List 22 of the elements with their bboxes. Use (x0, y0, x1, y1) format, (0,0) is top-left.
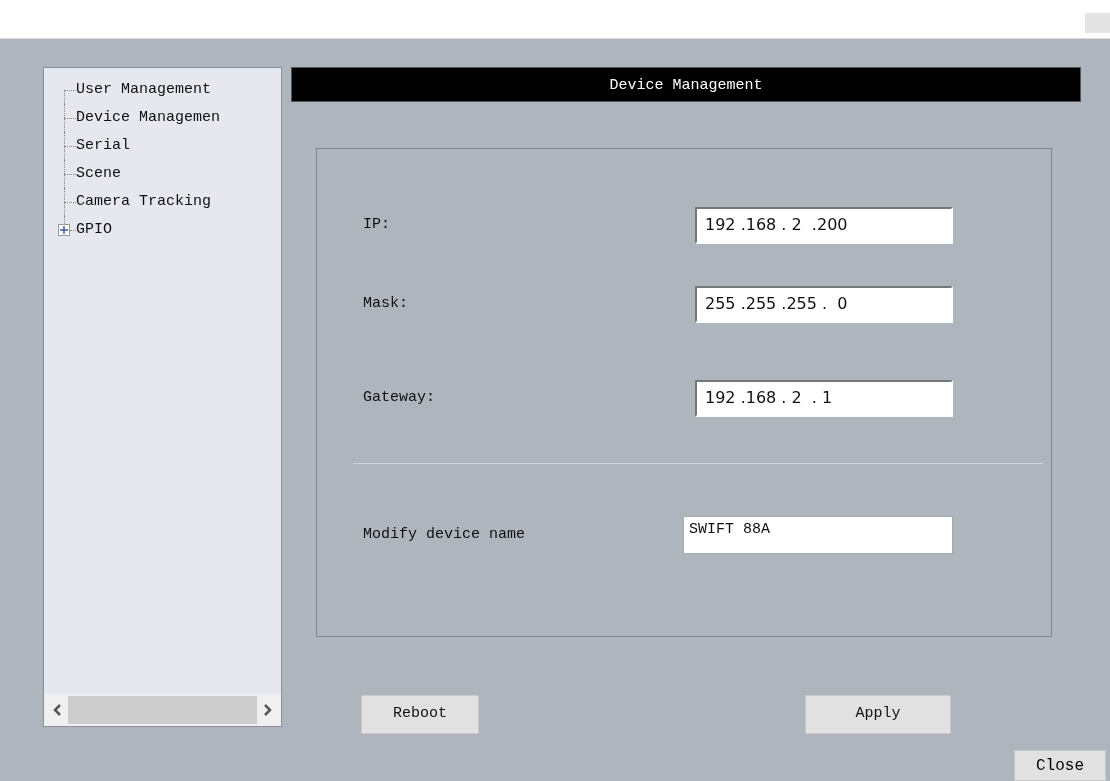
field-label: IP: (363, 214, 390, 235)
field-label: Gateway: (363, 387, 435, 408)
expand-icon[interactable] (58, 224, 70, 236)
tree-item[interactable]: User Management (76, 78, 212, 102)
tree-item[interactable]: Device Managemen (76, 106, 221, 130)
scroll-left-icon[interactable] (52, 703, 62, 717)
ip-address-field[interactable]: 192 .168 . 2 .200 (695, 206, 953, 244)
ip-address-field[interactable]: 255 .255 .255 . 0 (695, 285, 953, 323)
ip-address-field[interactable]: 192 .168 . 2 . 1 (695, 379, 953, 417)
tree-item[interactable]: Scene (76, 162, 121, 186)
tree-item[interactable]: Camera Tracking (76, 190, 212, 214)
action-button[interactable]: Apply (805, 695, 951, 734)
scroll-right-icon[interactable] (263, 703, 273, 717)
horizontal-scrollbar[interactable] (44, 694, 281, 726)
field-label: Modify device name (363, 524, 526, 545)
tree-item[interactable]: GPIO (76, 218, 112, 242)
panel-title: Device Management (291, 67, 1081, 102)
text-field[interactable]: SWIFT 88A (683, 516, 953, 554)
action-button[interactable]: Reboot (361, 695, 479, 734)
close-button[interactable]: Close (1014, 750, 1106, 781)
tree-item[interactable]: Serial (76, 134, 130, 158)
field-label: Mask: (363, 293, 408, 314)
